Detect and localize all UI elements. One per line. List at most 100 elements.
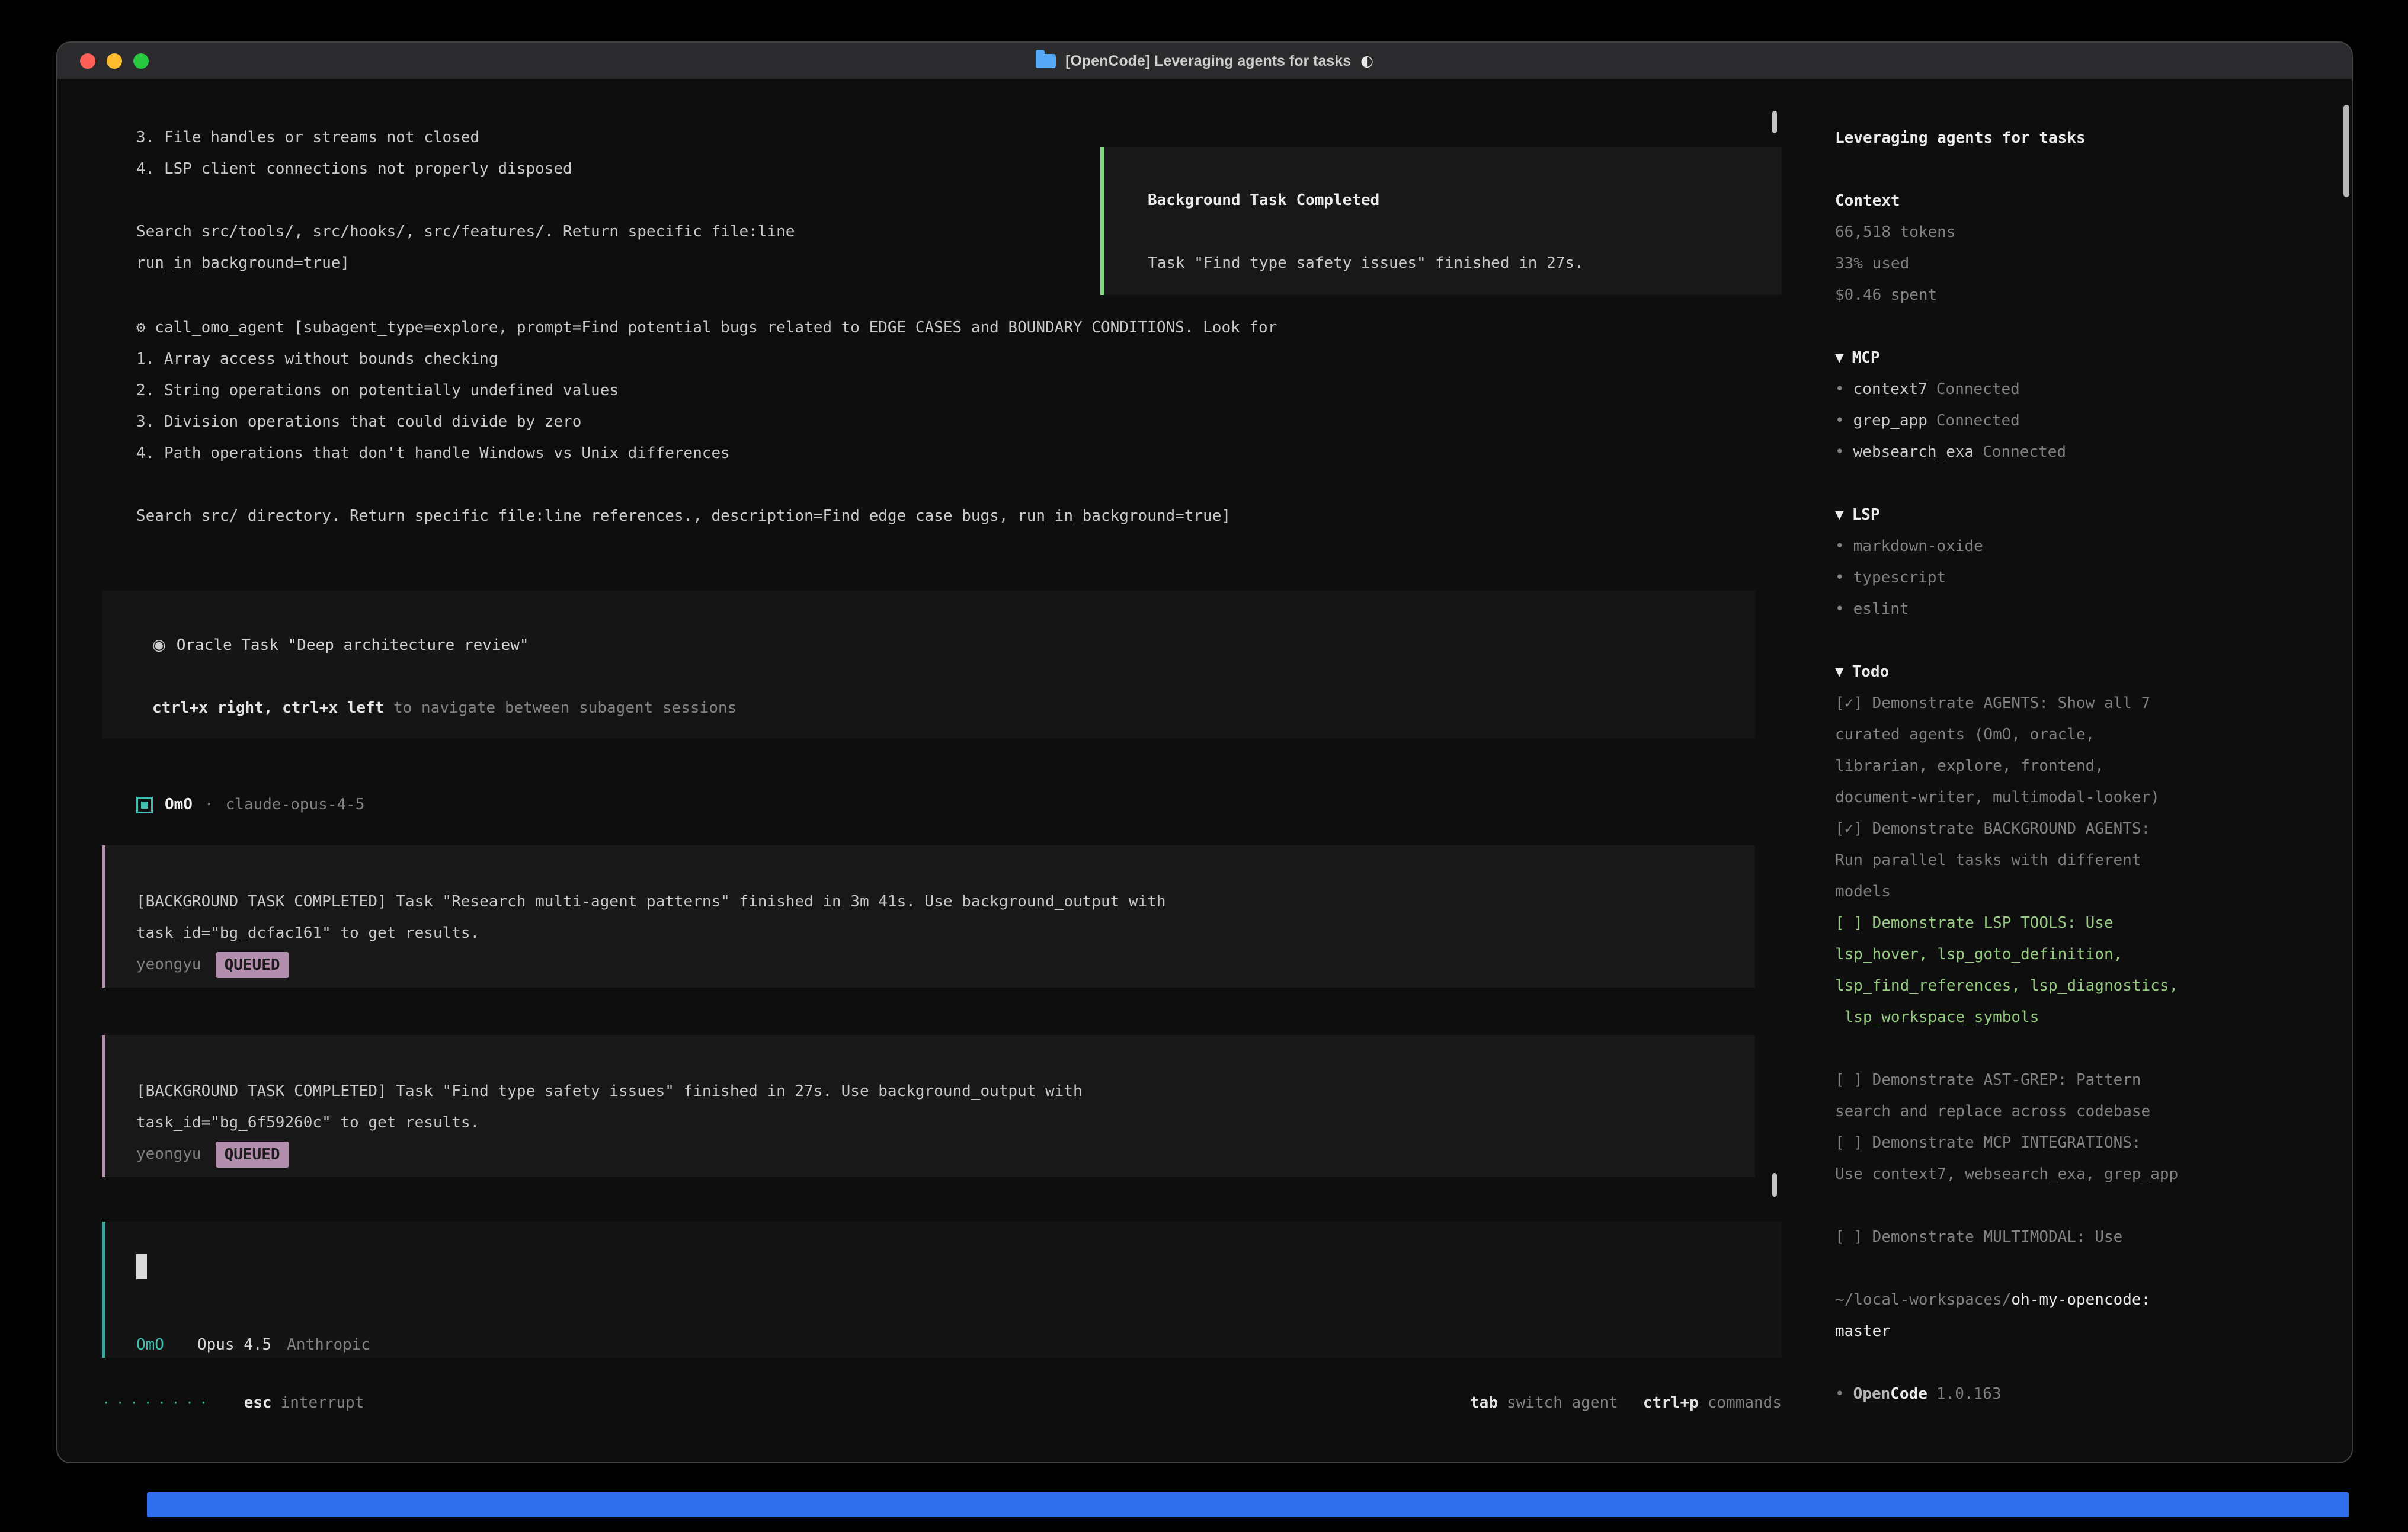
window-controls [80,53,149,69]
bullet-icon: • [1835,531,1845,562]
commands-hint: ctrl+p commands [1643,1387,1782,1419]
activity-spinner-dots: ········ [102,1387,213,1419]
todo-active-item: [ ] Demonstrate LSP TOOLS: Use lsp_hover… [1835,908,2339,1033]
mcp-status: Connected [1936,405,2020,437]
message-line: [BACKGROUND TASK COMPLETED] Task "Resear… [136,886,1731,918]
oracle-task-title: Oracle Task "Deep architecture review" [177,636,529,654]
input-model: Opus 4.5 [197,1329,271,1361]
terminal-window: [OpenCode] Leveraging agents for tasks ◐… [56,41,2353,1463]
input-agent-name: OmO [136,1329,164,1361]
fullscreen-button[interactable] [133,53,149,69]
lsp-name: markdown-oxide [1853,531,1983,562]
toast-body: Task "Find type safety issues" finished … [1148,248,1758,279]
log-output-top: 3. File handles or streams not closed 4.… [136,122,1144,279]
mcp-item: • grep_app Connected [1835,405,2339,437]
context-heading: Context [1835,185,2339,217]
message-card: [BACKGROUND TASK COMPLETED] Task "Find t… [102,1035,1755,1177]
path-prefix: ~/local-workspaces/ [1835,1291,2011,1309]
bullet-icon: • [1835,374,1845,405]
separator-dot: · [204,789,214,821]
sidebar-scrollbar-thumb[interactable] [2343,105,2349,197]
todo-section-header[interactable]: ▼ Todo [1835,656,2339,688]
interrupt-hint: esc interrupt [244,1387,364,1419]
bullet-icon: • [1835,594,1845,625]
ctrlp-key: ctrl+p [1643,1387,1699,1419]
folder-icon [1036,54,1056,68]
input-meta: OmO Opus 4.5 Anthropic [136,1329,1758,1361]
message-line: [BACKGROUND TASK COMPLETED] Task "Find t… [136,1076,1731,1107]
session-title: Leveraging agents for tasks [1835,123,2339,154]
repo-name: oh-my-opencode: [2011,1291,2150,1309]
context-used: 33% used [1835,248,2339,280]
lsp-name: eslint [1853,594,1909,625]
version-number: 1.0.163 [1936,1379,2002,1410]
lsp-item: • markdown-oxide [1835,531,2339,562]
oracle-task-row: ◉ Oracle Task "Deep architecture review" [152,630,1731,661]
esc-label: interrupt [281,1387,364,1419]
app-version: • OpenCode 1.0.163 [1835,1379,2339,1410]
brand-name: OpenCode [1853,1379,1927,1410]
context-tokens: 66,518 tokens [1835,217,2339,248]
tool-call-log: ⚙ call_omo_agent [subagent_type=explore,… [136,312,1760,532]
message-card: [BACKGROUND TASK COMPLETED] Task "Resear… [102,845,1755,988]
collapse-triangle-icon: ▼ [1835,499,1844,531]
prompt-input[interactable]: OmO Opus 4.5 Anthropic [102,1222,1782,1358]
message-meta: yeongyu QUEUED [136,949,1731,980]
bullet-icon: • [1835,1379,1845,1410]
message-line: task_id="bg_dcfac161" to get results. [136,918,1731,949]
mcp-item: • context7 Connected [1835,374,2339,405]
close-button[interactable] [80,53,95,69]
oracle-hint: ctrl+x right, ctrl+x left to navigate be… [152,693,1731,724]
mcp-status: Connected [1936,374,2020,405]
todo-heading: Todo [1852,656,1890,688]
mcp-name: websearch_exa [1853,437,1974,468]
lsp-heading: LSP [1852,499,1880,531]
titlebar: [OpenCode] Leveraging agents for tasks ◐ [57,43,2352,79]
sidebar: Leveraging agents for tasks Context 66,5… [1835,79,2339,1410]
mcp-name: grep_app [1853,405,1927,437]
background-window-edge [147,1492,2349,1517]
agent-name: OmO [165,789,193,821]
toast-title: Background Task Completed [1148,185,1758,216]
hint-text: to navigate between subagent sessions [384,699,737,717]
status-right: tab switch agent ctrl+p commands [1470,1387,1782,1419]
lsp-item: • eslint [1835,594,2339,625]
agent-model: claude-opus-4-5 [226,789,365,821]
mcp-status: Connected [1983,437,2066,468]
spinner-circle-icon: ◉ [152,636,166,654]
main-scrollbar-thumb-top[interactable] [1772,111,1777,133]
agent-square-icon [136,797,153,813]
lsp-section-header[interactable]: ▼ LSP [1835,499,2339,531]
lsp-item: • typescript [1835,562,2339,594]
mcp-section-header[interactable]: ▼ MCP [1835,342,2339,374]
mcp-item: • websearch_exa Connected [1835,437,2339,468]
queued-badge: QUEUED [216,952,289,978]
lsp-name: typescript [1853,562,1946,594]
window-title: [OpenCode] Leveraging agents for tasks [1065,43,1351,79]
collapse-triangle-icon: ▼ [1835,656,1844,688]
main-scrollbar-thumb-bottom[interactable] [1772,1173,1777,1197]
agent-header: OmO · claude-opus-4-5 [136,789,364,821]
message-author: yeongyu [136,949,201,980]
message-line: task_id="bg_6f59260c" to get results. [136,1107,1731,1139]
workspace-path: ~/local-workspaces/oh-my-opencode: [1835,1284,2339,1316]
minimize-button[interactable] [107,53,122,69]
ctrlp-label: commands [1708,1387,1782,1419]
background-task-toast: Background Task Completed Task "Find typ… [1100,147,1782,295]
text-cursor [136,1254,147,1279]
bullet-icon: • [1835,562,1845,594]
loading-state-icon: ◐ [1360,43,1373,79]
input-provider: Anthropic [287,1329,370,1361]
tab-key: tab [1470,1387,1498,1419]
bullet-icon: • [1835,437,1845,468]
switch-agent-hint: tab switch agent [1470,1387,1618,1419]
tab-label: switch agent [1507,1387,1618,1419]
bullet-icon: • [1835,405,1845,437]
message-meta: yeongyu QUEUED [136,1139,1731,1170]
context-spent: $0.46 spent [1835,280,2339,311]
hint-keys: ctrl+x right, ctrl+x left [152,699,384,717]
queued-badge: QUEUED [216,1142,289,1168]
todo-pending-items: [ ] Demonstrate AST-GREP: Pattern search… [1835,1033,2339,1253]
workspace-branch: master [1835,1316,2339,1347]
mcp-heading: MCP [1852,342,1880,374]
